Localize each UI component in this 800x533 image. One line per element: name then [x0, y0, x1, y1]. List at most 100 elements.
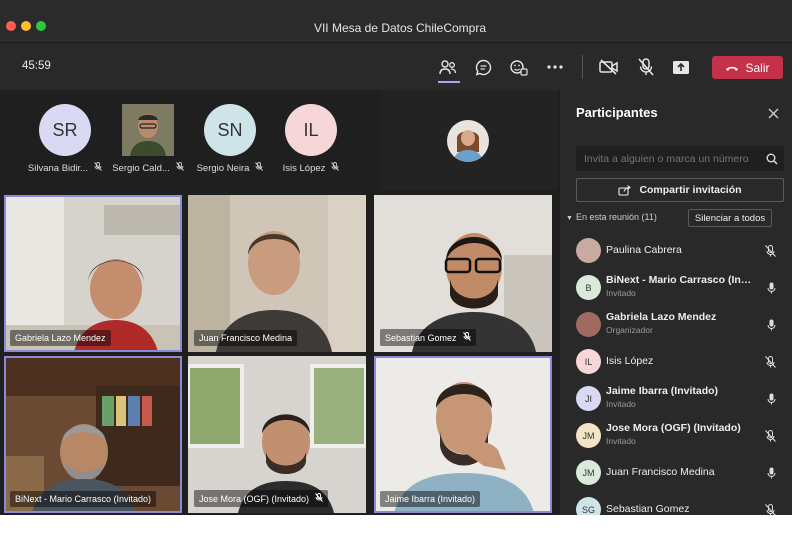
mic-icon[interactable]	[767, 392, 776, 410]
mic-icon[interactable]	[767, 318, 776, 336]
video-stage: SR Silvana Bidir... Sergio Cald... SN Se…	[0, 90, 560, 515]
strip-participant[interactable]: SR Silvana Bidir...	[25, 104, 105, 174]
participant-name: Isis López	[606, 355, 654, 367]
participant-name: Juan Francisco Medina	[606, 466, 715, 478]
title-bar: VII Mesa de Datos ChileCompra	[0, 0, 792, 42]
avatar: SG	[576, 497, 601, 515]
meeting-toolbar: 45:59 Salir	[0, 42, 792, 91]
participant-name: Jose Mora (OGF) (Invitado)	[606, 422, 741, 434]
reactions-icon[interactable]	[508, 56, 530, 78]
participants-panel: Participantes Compartir invitación ▼En e…	[560, 90, 792, 515]
participant-name: Jose Mora (OGF) (Invitado)	[199, 494, 310, 504]
teams-window: VII Mesa de Datos ChileCompra 45:59 Sali…	[0, 0, 792, 515]
search-icon[interactable]	[766, 152, 778, 170]
meeting-timer: 45:59	[22, 60, 51, 72]
participant-row[interactable]: JM Juan Francisco Medina	[576, 455, 784, 491]
self-view	[380, 90, 558, 190]
camera-off-icon[interactable]	[598, 56, 620, 78]
people-active-indicator	[438, 81, 460, 83]
participant-name: Gabriela Lazo Mendez	[15, 333, 106, 343]
avatar	[576, 238, 601, 263]
participant-role: Invitado	[606, 399, 636, 409]
mute-all-button[interactable]: Silenciar a todos	[688, 209, 772, 227]
mic-off-icon	[331, 162, 340, 174]
participant-name: Paulina Cabrera	[606, 244, 682, 256]
toolbar-divider	[582, 55, 583, 79]
strip-participant[interactable]: IL Isis López	[271, 104, 351, 174]
video-tile[interactable]: Juan Francisco Medina	[188, 195, 366, 352]
participant-role: Invitado	[606, 436, 636, 446]
avatar-initials: IL	[584, 356, 593, 367]
invite-search-input[interactable]	[576, 146, 784, 171]
mic-off-icon[interactable]	[765, 429, 776, 447]
share-invite-label: Compartir invitación	[639, 184, 742, 196]
avatar: IL	[285, 104, 337, 156]
participant-name: BiNext - Mario Carrasco (Invi...	[606, 274, 756, 286]
avatar-initials: JI	[584, 393, 592, 404]
share-tray-icon[interactable]	[670, 56, 692, 78]
in-meeting-section[interactable]: ▼ En esta reunión (11)	[566, 212, 657, 222]
participant-name: Gabriela Lazo Mendez	[606, 311, 717, 323]
mic-icon[interactable]	[767, 466, 776, 484]
participant-row[interactable]: IL Isis López	[576, 344, 784, 380]
mic-off-icon	[175, 162, 184, 174]
mic-off-icon[interactable]	[765, 355, 776, 373]
leave-label: Salir	[745, 60, 770, 75]
video-feed-icon	[4, 195, 182, 352]
video-tile[interactable]: BiNext - Mario Carrasco (Invitado)	[4, 356, 182, 513]
mic-off-icon	[94, 162, 102, 174]
self-avatar-icon	[447, 120, 489, 162]
avatar: JM	[576, 423, 601, 448]
strip-participant[interactable]: Sergio Cald...	[108, 104, 188, 174]
mic-off-icon[interactable]	[635, 56, 657, 78]
avatar: JM	[576, 460, 601, 485]
mic-off-icon[interactable]	[765, 503, 776, 515]
participant-name: Jaime Ibarra (Invitado)	[606, 385, 719, 397]
avatar: JI	[576, 386, 601, 411]
video-tile[interactable]: Sebastian Gomez	[374, 195, 552, 352]
avatar: B	[576, 275, 601, 300]
participant-row[interactable]: Paulina Cabrera	[576, 233, 784, 269]
participant-row[interactable]: JI Jaime Ibarra (Invitado) Invitado	[576, 381, 784, 417]
participant-row[interactable]: B BiNext - Mario Carrasco (Invi... Invitad…	[576, 270, 784, 306]
window-title: VII Mesa de Datos ChileCompra	[313, 21, 487, 35]
person-photo-icon	[122, 104, 174, 156]
mic-icon[interactable]	[767, 281, 776, 299]
share-icon	[618, 184, 632, 196]
video-tile[interactable]: Jose Mora (OGF) (Invitado)	[188, 356, 366, 513]
chat-icon[interactable]	[472, 56, 494, 78]
participant-name: Sergio Cald...	[112, 163, 170, 174]
close-icon[interactable]	[768, 106, 779, 124]
mic-off-icon	[315, 493, 323, 504]
participant-name: Isis López	[282, 163, 326, 174]
participant-row[interactable]: JM Jose Mora (OGF) (Invitado) Invitado	[576, 418, 784, 454]
video-tile[interactable]: Gabriela Lazo Mendez	[4, 195, 182, 352]
mic-off-icon[interactable]	[765, 244, 776, 262]
avatar-initials: SG	[581, 504, 595, 515]
participant-name: Jaime Ibarra (Invitado)	[385, 494, 476, 504]
participant-name: Silvana Bidir...	[27, 163, 89, 174]
participant-name: Sebastian Gomez	[385, 333, 457, 343]
participant-row[interactable]: SG Sebastian Gomez	[576, 492, 784, 515]
avatar: SN	[204, 104, 256, 156]
share-invite-button[interactable]: Compartir invitación	[576, 178, 784, 202]
avatar-initials: JM	[582, 467, 595, 478]
video-tile[interactable]: Jaime Ibarra (Invitado)	[374, 356, 552, 513]
video-feed-icon	[188, 195, 366, 352]
participant-name: Sergio Neira	[196, 163, 250, 174]
avatar: SR	[39, 104, 91, 156]
participant-row[interactable]: Gabriela Lazo Mendez Organizador	[576, 307, 784, 343]
participant-name: Juan Francisco Medina	[199, 333, 293, 343]
participant-role: Invitado	[606, 288, 636, 298]
avatar-initials: JM	[582, 430, 595, 441]
strip-participant[interactable]: SN Sergio Neira	[190, 104, 270, 174]
panel-title: Participantes	[576, 105, 658, 120]
participant-role: Organizador	[606, 325, 653, 335]
avatar-initials: B	[585, 282, 592, 293]
avatar: IL	[576, 349, 601, 374]
people-icon[interactable]	[437, 56, 459, 78]
caret-down-icon: ▼	[566, 215, 573, 222]
avatar	[122, 104, 174, 156]
more-icon[interactable]	[544, 56, 566, 78]
leave-button[interactable]: Salir	[712, 56, 783, 79]
